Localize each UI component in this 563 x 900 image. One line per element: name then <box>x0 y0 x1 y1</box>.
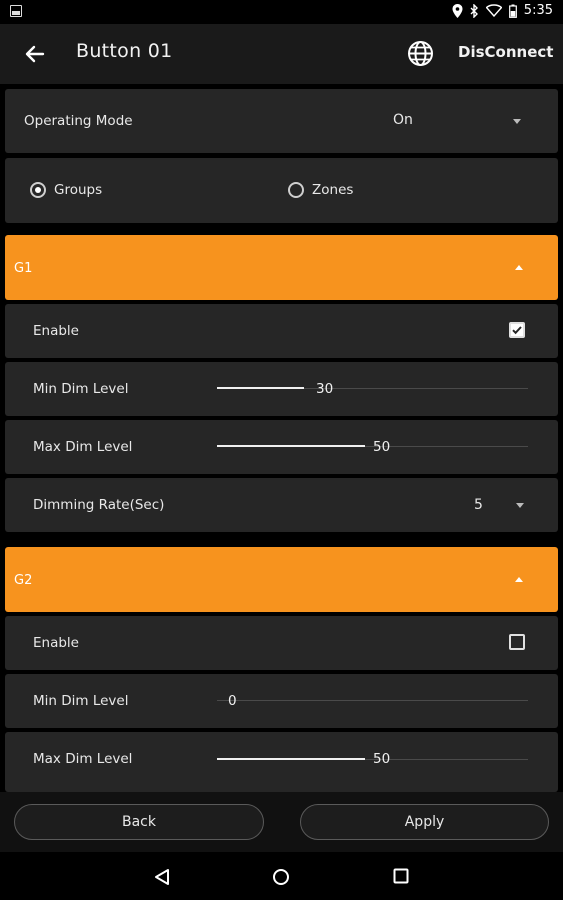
groups-radio[interactable] <box>30 182 46 198</box>
g2-min-dim-slider[interactable] <box>217 700 528 701</box>
enable-label: Enable <box>33 323 79 339</box>
battery-icon <box>508 4 517 18</box>
g2-min-dim-row: Min Dim Level 0 <box>5 674 558 728</box>
nav-home-icon[interactable] <box>272 868 290 886</box>
zones-radio-label[interactable]: Zones <box>312 182 353 198</box>
operating-mode-label: Operating Mode <box>24 113 133 129</box>
group-name: G1 <box>14 261 33 276</box>
max-dim-label: Max Dim Level <box>33 439 133 455</box>
status-icons: 5:35 <box>452 3 553 18</box>
checkmark-icon <box>512 326 522 335</box>
location-icon <box>452 3 463 18</box>
g2-max-dim-row: Max Dim Level 50 <box>5 732 558 792</box>
clock: 5:35 <box>523 3 553 18</box>
operating-mode-row[interactable]: Operating Mode On <box>5 89 558 153</box>
chevron-down-icon[interactable] <box>513 119 521 124</box>
wifi-icon <box>485 4 502 17</box>
g1-max-dim-value[interactable]: 50 <box>373 439 390 455</box>
min-dim-label: Min Dim Level <box>33 381 129 397</box>
notification-icon <box>10 5 22 17</box>
operating-mode-value[interactable]: On <box>393 112 413 128</box>
g1-max-dim-row: Max Dim Level 50 <box>5 420 558 474</box>
app-bar: Button 01 DisConnect <box>0 24 563 84</box>
slider-fill <box>217 758 365 760</box>
bluetooth-icon <box>470 3 478 18</box>
chevron-up-icon[interactable] <box>515 265 523 270</box>
group-header-g1[interactable]: G1 <box>5 235 558 300</box>
enable-label: Enable <box>33 635 79 651</box>
g2-max-dim-value[interactable]: 50 <box>373 751 390 767</box>
status-bar: 5:35 <box>0 0 563 24</box>
chevron-up-icon[interactable] <box>515 577 523 582</box>
group-name: G2 <box>14 573 33 588</box>
dimming-rate-value[interactable]: 5 <box>474 497 483 513</box>
min-dim-label: Min Dim Level <box>33 693 129 709</box>
g1-enable-row: Enable <box>5 304 558 358</box>
g1-enable-checkbox[interactable] <box>509 322 525 338</box>
back-arrow-icon[interactable] <box>24 43 46 65</box>
nav-back-icon[interactable] <box>153 868 171 886</box>
page-title: Button 01 <box>76 40 173 62</box>
globe-icon[interactable] <box>407 40 434 67</box>
g2-enable-checkbox[interactable] <box>509 634 525 650</box>
apply-button[interactable]: Apply <box>300 804 549 840</box>
g2-enable-row: Enable <box>5 616 558 670</box>
system-nav-bar <box>0 852 563 900</box>
g2-min-dim-value[interactable]: 0 <box>228 693 237 709</box>
g1-dimming-rate-row[interactable]: Dimming Rate(Sec) 5 <box>5 478 558 532</box>
nav-recents-icon[interactable] <box>393 868 409 884</box>
max-dim-label: Max Dim Level <box>33 751 133 767</box>
slider-fill <box>217 387 304 389</box>
action-bar: Back Apply <box>0 792 563 852</box>
group-header-g2[interactable]: G2 <box>5 547 558 612</box>
selection-card: Groups Zones <box>5 158 558 223</box>
disconnect-button[interactable]: DisConnect <box>458 43 553 61</box>
dimming-rate-label: Dimming Rate(Sec) <box>33 497 165 513</box>
g1-min-dim-row: Min Dim Level 30 <box>5 362 558 416</box>
zones-radio[interactable] <box>288 182 304 198</box>
slider-fill <box>217 445 365 447</box>
back-button[interactable]: Back <box>14 804 264 840</box>
chevron-down-icon[interactable] <box>516 503 524 508</box>
g1-min-dim-value[interactable]: 30 <box>316 381 333 397</box>
groups-radio-label[interactable]: Groups <box>54 182 102 198</box>
